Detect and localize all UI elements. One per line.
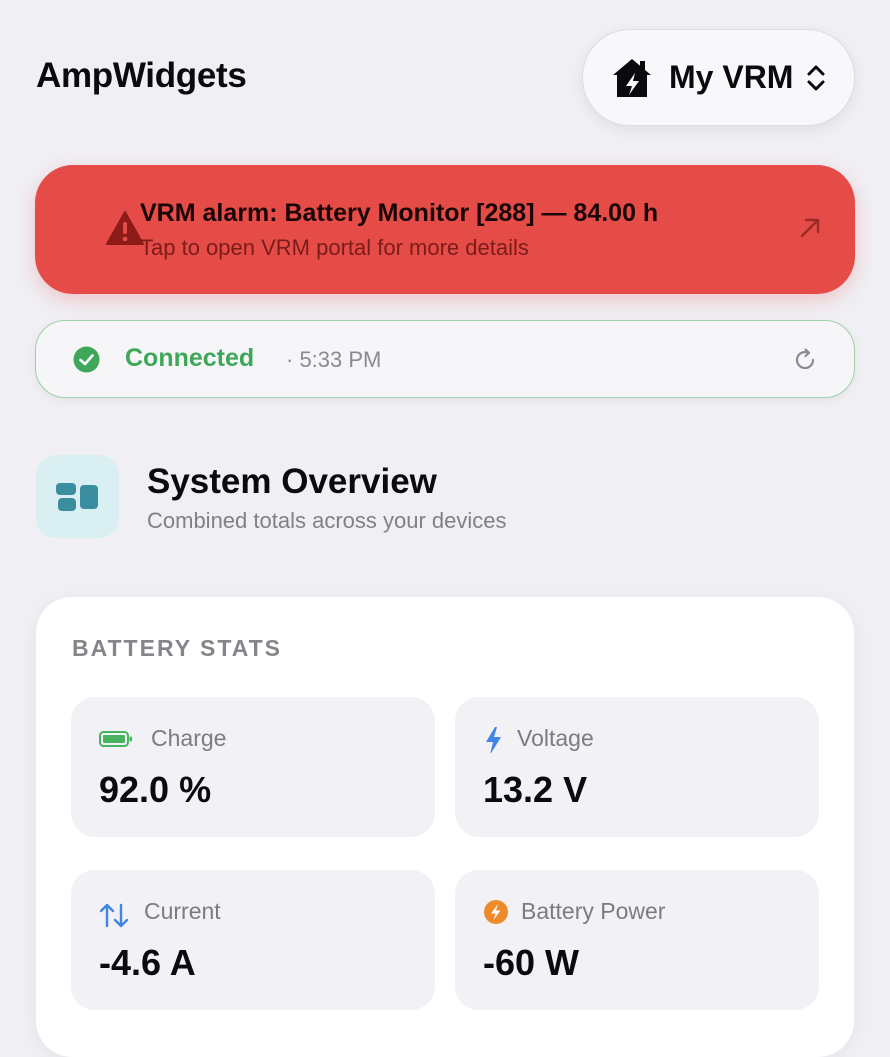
system-overview-icon [36,455,119,538]
bolt-icon [486,727,501,753]
dashboard-tiles-icon [56,483,98,511]
section-subtitle: Combined totals across your devices [147,508,507,533]
stat-label: Voltage [517,725,594,751]
battery-stats-card: BATTERY STATS Charge 92.0 % Voltage 13.2… [36,597,854,1057]
battery-stats-title: BATTERY STATS [72,635,282,661]
chevron-up-down-icon [807,65,825,90]
connection-time: · 5:33 PM [286,347,382,372]
section-title: System Overview [147,462,437,501]
vrm-picker-label: My VRM [669,59,794,95]
stat-value: 92.0 % [99,769,212,810]
stat-tile-battery-power[interactable]: Battery Power -60 W [455,870,819,1010]
stat-tile-voltage[interactable]: Voltage 13.2 V [455,697,819,837]
stat-label: Charge [151,725,227,751]
connection-status-bar: Connected · 5:33 PM [35,320,855,398]
up-down-arrows-icon [99,903,129,928]
home-bolt-icon [613,58,651,97]
app-title: AmpWidgets [36,56,247,95]
stat-label: Current [144,898,221,924]
alarm-title: VRM alarm: Battery Monitor [288] — 84.00… [140,199,659,227]
alarm-banner[interactable]: VRM alarm: Battery Monitor [288] — 84.00… [35,165,855,294]
stat-label: Battery Power [521,898,666,924]
stat-tile-charge[interactable]: Charge 92.0 % [71,697,435,837]
stat-value: -4.6 A [99,942,196,983]
connection-status-label: Connected [125,344,255,372]
refresh-icon[interactable] [792,347,818,373]
battery-icon [99,731,132,747]
stat-value: -60 W [483,942,580,983]
stat-value: 13.2 V [483,769,588,810]
warning-triangle-icon [106,211,144,245]
alarm-subtitle: Tap to open VRM portal for more details [140,235,529,260]
vrm-picker-button[interactable]: My VRM [582,29,855,126]
stat-tile-current[interactable]: Current -4.6 A [71,870,435,1010]
external-arrow-icon [800,218,820,238]
power-bolt-circle-icon [484,900,508,924]
check-circle-icon [73,346,100,373]
